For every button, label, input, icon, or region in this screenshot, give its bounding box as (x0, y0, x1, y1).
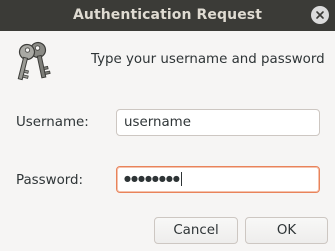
username-label: Username: (16, 115, 89, 130)
auth-dialog-window: Authentication Request Type your usernam… (0, 0, 335, 251)
keys-icon (17, 41, 51, 81)
username-value: username (124, 115, 191, 130)
ok-button[interactable]: OK (245, 217, 328, 244)
password-label: Password: (16, 173, 84, 188)
password-masked-value: ●●●●●●●● (124, 174, 180, 183)
username-field[interactable]: username (116, 109, 320, 136)
close-icon (316, 11, 324, 19)
cancel-button[interactable]: Cancel (154, 217, 238, 244)
title-bar: Authentication Request (0, 0, 335, 31)
window-title: Authentication Request (72, 7, 263, 23)
text-caret (180, 171, 182, 186)
close-button[interactable] (311, 6, 329, 24)
password-field[interactable]: ●●●●●●●● (116, 166, 320, 193)
prompt-text: Type your username and password (91, 52, 325, 67)
